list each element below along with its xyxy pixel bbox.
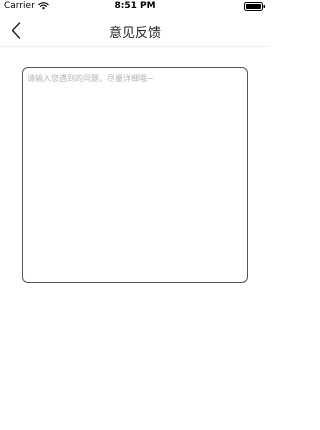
feedback-input[interactable] <box>23 68 247 282</box>
feedback-box <box>22 67 248 283</box>
navigation-bar: 意见反馈 <box>0 14 270 47</box>
status-bar: Carrier 8:51 PM <box>0 0 270 14</box>
page-title: 意见反馈 <box>108 26 161 41</box>
battery-icon <box>244 2 265 11</box>
status-time: 8:51 PM <box>114 1 156 11</box>
feedback-screen: Carrier 8:51 PM 意见反馈 <box>0 0 270 430</box>
